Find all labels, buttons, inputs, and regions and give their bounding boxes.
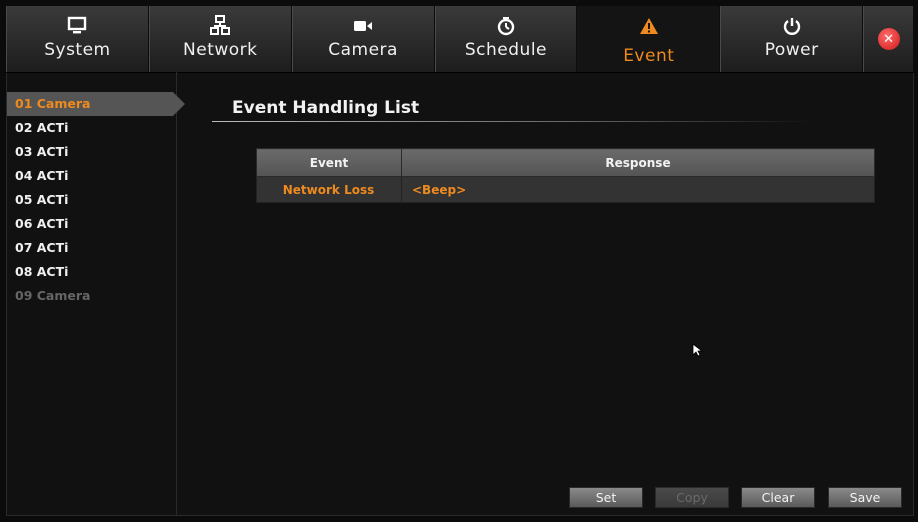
camera-icon — [354, 14, 373, 38]
tab-schedule[interactable]: Schedule — [434, 6, 578, 72]
event-handling-table: Event Response Network Loss <Beep> — [256, 148, 875, 203]
tab-label: Event — [623, 46, 675, 66]
table-row[interactable]: Network Loss <Beep> — [256, 176, 875, 203]
power-icon — [782, 14, 802, 38]
table-header-row: Event Response — [256, 148, 875, 177]
sidebar-item-02-acti[interactable]: 02 ACTi — [7, 116, 176, 140]
page-title: Event Handling List — [232, 98, 420, 118]
sidebar-item-08-acti[interactable]: 08 ACTi — [7, 260, 176, 284]
network-icon — [210, 14, 231, 38]
mouse-pointer-icon — [692, 342, 704, 361]
close-tab[interactable]: ✕ — [863, 6, 914, 72]
warning-icon — [639, 14, 659, 38]
column-header-response: Response — [401, 148, 875, 177]
close-icon[interactable]: ✕ — [877, 28, 900, 50]
tab-network[interactable]: Network — [148, 6, 292, 72]
copy-button: Copy — [655, 487, 729, 508]
tab-label: Network — [183, 40, 258, 60]
sidebar-item-09-camera: 09 Camera — [15, 288, 91, 303]
top-tab-bar: System Network Camera Schedule Event Pow… — [6, 6, 914, 73]
sidebar-item-03-acti[interactable]: 03 ACTi — [7, 140, 176, 164]
title-underline — [212, 121, 812, 122]
column-header-event: Event — [256, 148, 402, 177]
sidebar-item-01-camera[interactable]: 01 Camera — [7, 92, 185, 116]
clear-button[interactable]: Clear — [741, 487, 815, 508]
set-button[interactable]: Set — [569, 487, 643, 508]
sidebar-item-04-acti[interactable]: 04 ACTi — [7, 164, 176, 188]
tab-power[interactable]: Power — [720, 6, 864, 72]
tab-event[interactable]: Event — [577, 6, 721, 72]
camera-list-sidebar: 01 Camera 02 ACTi 03 ACTi 04 ACTi 05 ACT… — [7, 72, 185, 515]
clock-icon — [496, 14, 516, 38]
event-cell[interactable]: Network Loss — [256, 176, 402, 203]
tab-label: Power — [764, 40, 819, 60]
sidebar-item-07-acti[interactable]: 07 ACTi — [7, 236, 176, 260]
tab-label: Camera — [328, 40, 398, 60]
save-button[interactable]: Save — [828, 487, 902, 508]
sidebar-item-06-acti[interactable]: 06 ACTi — [7, 212, 176, 236]
tab-label: System — [44, 40, 111, 60]
sidebar-item-05-acti[interactable]: 05 ACTi — [7, 188, 176, 212]
response-cell[interactable]: <Beep> — [401, 176, 875, 203]
tab-system[interactable]: System — [6, 6, 149, 72]
monitor-icon — [67, 14, 87, 38]
tab-camera[interactable]: Camera — [291, 6, 435, 72]
tab-label: Schedule — [464, 40, 548, 60]
